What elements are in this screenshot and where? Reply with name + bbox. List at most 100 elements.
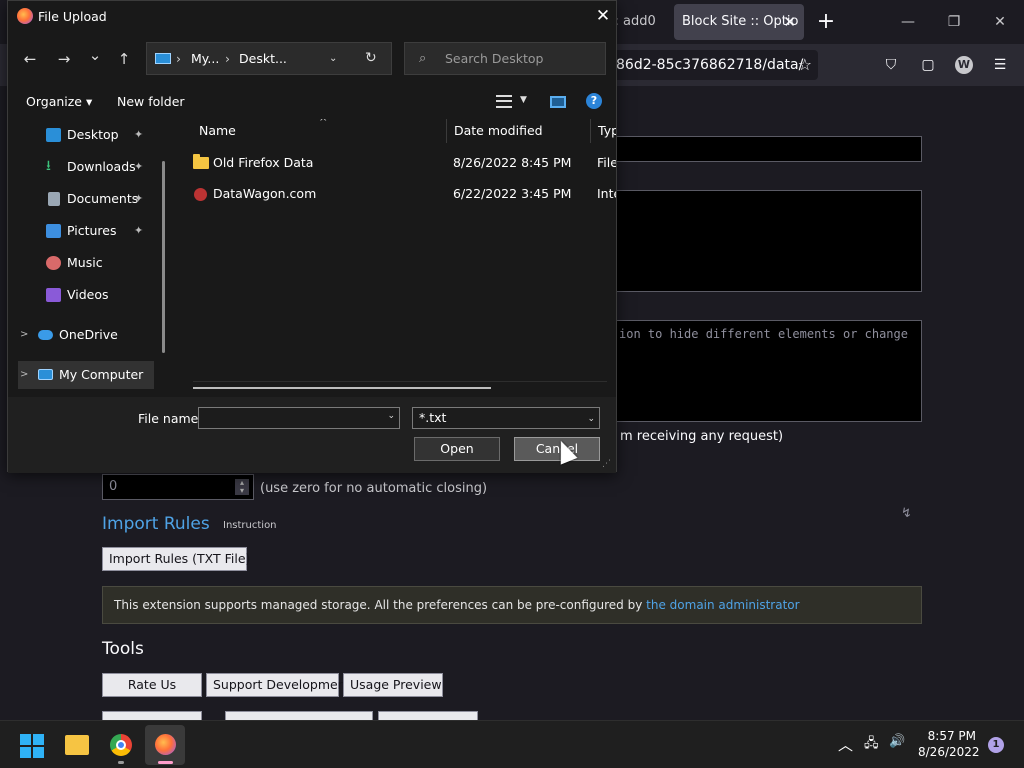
domain-administrator-link[interactable]: the domain administrator <box>646 598 799 612</box>
expand-chevron-icon[interactable]: > <box>20 361 28 389</box>
chevron-down-icon[interactable]: ⌄ <box>587 409 595 429</box>
new-tab-button[interactable]: + <box>816 10 836 34</box>
import-rules-button[interactable]: Import Rules (TXT File) <box>102 547 250 571</box>
nav-item-pictures[interactable]: Pictures ✦ <box>8 217 158 245</box>
pin-icon[interactable]: ✦ <box>134 121 143 149</box>
hamburger-menu-icon[interactable]: ☰ <box>989 54 1011 76</box>
search-desktop-input[interactable]: ⌕ Search Desktop <box>404 42 606 75</box>
column-separator[interactable] <box>590 119 591 143</box>
close-timeout-value: 0 <box>109 479 118 494</box>
volume-icon[interactable]: 🔊 <box>889 734 905 749</box>
rule-input[interactable] <box>600 136 922 162</box>
rules-textarea[interactable] <box>600 190 922 292</box>
minimize-button[interactable]: — <box>896 10 920 34</box>
document-icon <box>48 192 60 206</box>
firefox-taskbar-button[interactable] <box>145 725 185 765</box>
recent-locations-icon[interactable]: ⌄ <box>85 45 105 65</box>
help-icon[interactable]: ? <box>586 93 602 109</box>
profile-avatar[interactable]: W <box>955 56 973 74</box>
settings-glyph-icon: ↯ <box>901 506 912 521</box>
horizontal-scroll-track[interactable] <box>193 381 607 382</box>
maximize-button[interactable]: ❐ <box>942 10 966 34</box>
refresh-icon[interactable]: ↻ <box>365 43 377 74</box>
chevron-down-icon[interactable]: ⌄ <box>387 411 395 421</box>
forward-arrow-icon[interactable]: → <box>54 49 74 69</box>
clock-time[interactable]: 8:57 PM <box>918 729 976 743</box>
close-window-button[interactable]: ✕ <box>988 10 1012 34</box>
clock-date[interactable]: 8/26/2022 <box>918 745 980 759</box>
breadcrumb-my-computer[interactable]: My... <box>191 43 219 74</box>
tray-overflow-chevron-icon[interactable]: ︿ <box>838 734 853 755</box>
close-timeout-input[interactable]: 0 ▴ ▾ <box>102 474 254 500</box>
pin-icon[interactable]: ✦ <box>134 217 143 245</box>
horizontal-scrollbar[interactable] <box>193 387 491 389</box>
pin-icon[interactable]: ✦ <box>134 153 143 181</box>
desktop-icon <box>46 128 61 142</box>
new-folder-button[interactable]: New folder <box>117 94 185 109</box>
organize-button[interactable]: Organize ▾ <box>26 94 92 109</box>
tab-block-site-options[interactable]: Block Site :: Optio ✕ <box>674 4 804 40</box>
nav-item-videos[interactable]: Videos <box>8 281 158 309</box>
dialog-close-icon[interactable]: ✕ <box>592 5 614 27</box>
nav-item-desktop[interactable]: Desktop ✦ <box>8 121 158 149</box>
address-bar[interactable]: › My... › Deskt... ⌄ ↻ <box>146 42 392 75</box>
file-name-label: File name: <box>138 411 203 426</box>
network-icon[interactable]: 🖧 <box>864 734 879 756</box>
computer-icon <box>38 369 53 380</box>
tools-heading: Tools <box>102 639 144 659</box>
cloud-icon <box>38 330 53 340</box>
view-options-icon[interactable] <box>496 95 512 108</box>
back-arrow-icon[interactable]: ← <box>20 49 40 69</box>
column-header-type[interactable]: Type <box>598 123 616 138</box>
nav-item-my-computer[interactable]: > My Computer <box>18 361 154 389</box>
pocket-icon[interactable]: ⛉ <box>880 54 902 76</box>
notification-badge[interactable]: 1 <box>988 737 1004 753</box>
chrome-icon[interactable] <box>110 734 132 756</box>
chevron-down-icon[interactable]: ▼ <box>520 95 527 105</box>
file-explorer-icon[interactable] <box>65 735 89 755</box>
file-row-old-firefox-data[interactable]: Old Firefox Data 8/26/2022 8:45 PM File … <box>185 149 616 177</box>
search-icon: ⌕ <box>419 51 427 66</box>
breadcrumb-separator[interactable]: › <box>225 43 230 74</box>
spinner-icon[interactable]: ▴ ▾ <box>235 479 249 495</box>
pin-icon[interactable]: ✦ <box>134 185 143 213</box>
nav-item-label: Documents <box>67 191 139 206</box>
nav-item-downloads[interactable]: ⭳ Downloads ✦ <box>8 153 158 181</box>
column-header-name[interactable]: Name <box>199 123 236 138</box>
chevron-down-icon[interactable]: ⌄ <box>329 43 337 74</box>
css-textarea[interactable]: ion to hide different elements or change <box>600 320 922 422</box>
rate-us-button[interactable]: Rate Us <box>102 673 202 697</box>
nav-item-onedrive[interactable]: > OneDrive <box>8 321 158 349</box>
star-icon[interactable]: ☆ <box>798 50 812 80</box>
start-menu-icon[interactable] <box>20 734 44 758</box>
up-arrow-icon[interactable]: ↑ <box>114 49 134 69</box>
file-upload-dialog: File Upload ✕ ← → ⌄ ↑ › My... › Deskt...… <box>7 0 617 473</box>
expand-chevron-icon[interactable]: > <box>20 321 28 349</box>
file-row-datawagon[interactable]: DataWagon.com 6/22/2022 3:45 PM Interne <box>185 180 616 208</box>
file-name-input[interactable]: ⌄ <box>198 407 400 429</box>
nav-item-documents[interactable]: Documents ✦ <box>8 185 158 213</box>
url-bar[interactable]: 86d2-85c376862718/data/ ☆ <box>600 50 818 80</box>
breadcrumb-separator[interactable]: › <box>176 43 181 74</box>
tab-close-icon[interactable]: ✕ <box>783 4 796 40</box>
file-type-filter-select[interactable]: *.txt ⌄ <box>412 407 600 429</box>
file-name: Old Firefox Data <box>213 155 314 170</box>
extension-icon[interactable]: ▢ <box>917 54 939 76</box>
sort-ascending-icon: ^ <box>319 119 328 128</box>
nav-item-music[interactable]: Music <box>8 249 158 277</box>
import-instruction-link[interactable]: Instruction <box>223 520 277 531</box>
column-separator[interactable] <box>446 119 447 143</box>
dialog-command-bar: Organize ▾ New folder ▼ ? <box>8 87 616 117</box>
dialog-title: File Upload <box>38 9 107 24</box>
support-development-button[interactable]: Support Development <box>206 673 351 697</box>
nav-item-label: My Computer <box>59 367 144 382</box>
breadcrumb-desktop[interactable]: Deskt... <box>239 43 287 74</box>
preview-pane-icon[interactable] <box>550 96 566 108</box>
resize-grip-icon[interactable]: ⋰ <box>602 459 611 469</box>
column-header-date[interactable]: Date modified <box>454 123 543 138</box>
nav-pane-scrollbar[interactable] <box>162 161 165 353</box>
internet-shortcut-icon <box>194 188 207 201</box>
open-button[interactable]: Open <box>414 437 500 461</box>
usage-preview-button[interactable]: Usage Preview <box>343 673 443 697</box>
dialog-titlebar[interactable]: File Upload ✕ <box>8 1 616 32</box>
